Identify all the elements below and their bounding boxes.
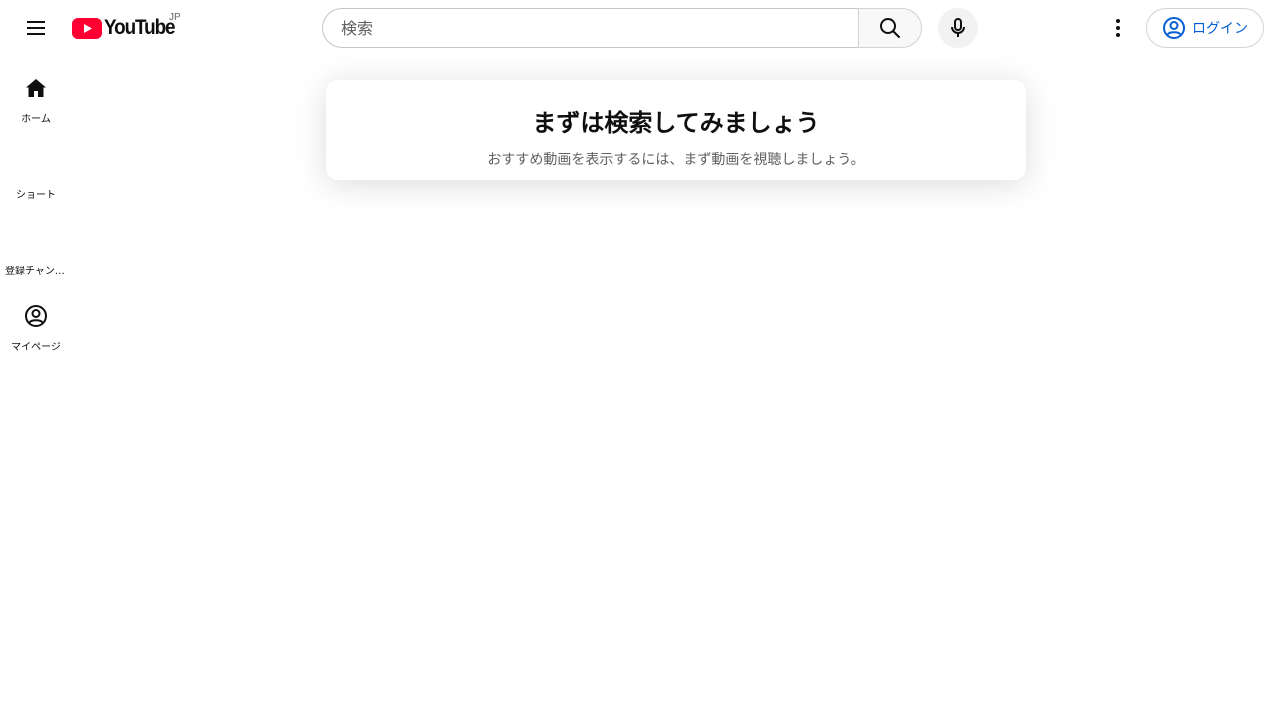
- sidebar-item-shorts[interactable]: ショート: [4, 136, 68, 210]
- prompt-title: まずは検索してみましょう: [532, 109, 820, 137]
- top-bar: YouTube JP ログイン: [0, 0, 1280, 56]
- hamburger-menu-icon: [27, 21, 45, 35]
- voice-search-button[interactable]: [938, 8, 978, 48]
- settings-more-button[interactable]: [1098, 8, 1138, 48]
- logo-region-code: JP: [169, 12, 181, 23]
- sidebar-item-label: 登録チャンネル: [5, 266, 67, 277]
- sidebar-item-label: マイページ: [11, 342, 61, 353]
- sidebar-item-home[interactable]: ホーム: [4, 60, 68, 134]
- search-button[interactable]: [858, 8, 922, 48]
- guide-menu-button[interactable]: [12, 4, 60, 52]
- login-button[interactable]: ログイン: [1146, 8, 1264, 48]
- account-circle-icon: [1163, 17, 1185, 39]
- search-prompt-card: まずは検索してみましょう おすすめ動画を表示するには、まず動画を視聴しましょう。: [326, 80, 1026, 180]
- search-icon: [880, 18, 900, 38]
- sidebar-item-my-page[interactable]: マイページ: [4, 288, 68, 362]
- sidebar-item-label: ホーム: [21, 114, 51, 125]
- mini-guide: ホーム ショート 登録チャンネル マイページ: [4, 60, 68, 364]
- shorts-icon: [24, 152, 48, 176]
- account-circle-icon: [25, 305, 47, 327]
- youtube-play-icon: [72, 17, 102, 39]
- home-icon: [26, 79, 46, 97]
- vertical-dots-icon: [1116, 19, 1120, 37]
- logo-wordmark: YouTube: [104, 16, 176, 39]
- youtube-logo[interactable]: YouTube: [72, 14, 182, 42]
- search-box: [322, 8, 858, 48]
- prompt-subtitle: おすすめ動画を表示するには、まず動画を視聴しましょう。: [487, 152, 865, 168]
- sidebar-item-subscriptions[interactable]: 登録チャンネル: [4, 212, 68, 286]
- search-input[interactable]: [339, 17, 858, 39]
- microphone-icon: [951, 18, 965, 37]
- login-label: ログイン: [1192, 21, 1248, 37]
- sidebar-item-label: ショート: [16, 190, 56, 201]
- subscriptions-icon: [24, 228, 48, 252]
